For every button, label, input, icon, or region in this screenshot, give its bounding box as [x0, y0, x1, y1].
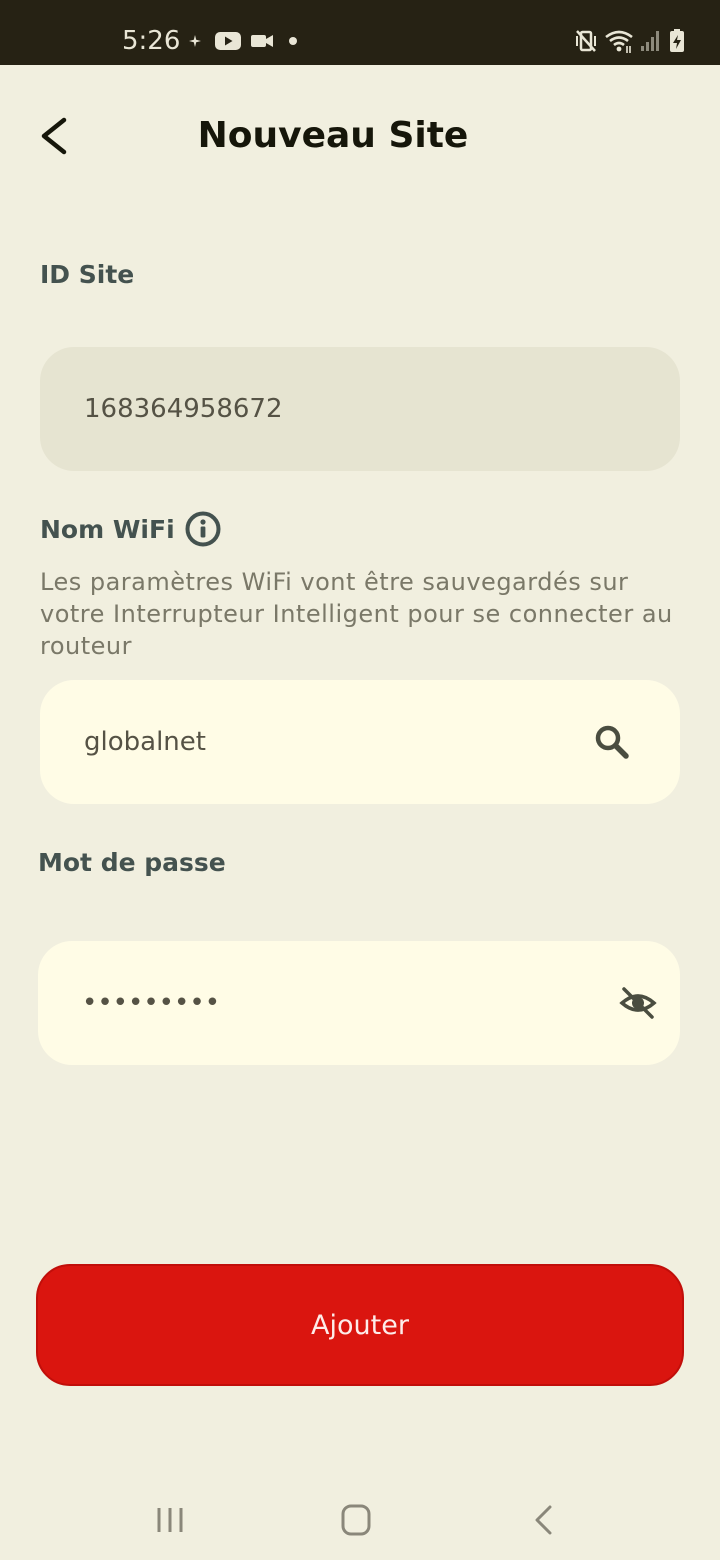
page-title: Nouveau Site: [197, 115, 469, 156]
sparkle-icon: [189, 35, 201, 47]
wifi-icon: [605, 30, 633, 53]
password-value: •••••••••: [82, 988, 221, 1018]
password-label: Mot de passe: [38, 848, 226, 877]
home-icon[interactable]: [334, 1500, 378, 1540]
back-icon[interactable]: [522, 1500, 566, 1540]
site-id-field: 168364958672: [40, 347, 680, 471]
site-id-label: ID Site: [40, 260, 135, 289]
signal-icon: [641, 31, 659, 51]
search-icon[interactable]: [592, 722, 632, 762]
wifi-name-label: Nom WiFi: [40, 515, 175, 544]
battery-charging-icon: [670, 29, 684, 52]
dot-icon: [289, 37, 297, 45]
info-icon[interactable]: [184, 510, 222, 548]
add-button-label: Ajouter: [311, 1309, 409, 1341]
wifi-helper-text: Les paramètres WiFi vont être sauvegardé…: [40, 568, 673, 660]
recent-apps-icon[interactable]: [148, 1500, 192, 1540]
wifi-name-input[interactable]: globalnet: [40, 680, 680, 804]
add-button[interactable]: Ajouter: [36, 1264, 684, 1386]
vibrate-mute-icon: [576, 30, 596, 52]
wifi-name-value: globalnet: [84, 727, 206, 757]
status-bar: 5:26: [0, 0, 720, 65]
password-input[interactable]: •••••••••: [38, 941, 680, 1065]
site-id-value: 168364958672: [84, 394, 283, 424]
video-camera-icon: [251, 35, 273, 47]
youtube-icon: [215, 32, 241, 50]
eye-off-icon[interactable]: [618, 983, 658, 1023]
system-nav-bar: [0, 1480, 720, 1560]
status-time: 5:26: [122, 26, 181, 56]
